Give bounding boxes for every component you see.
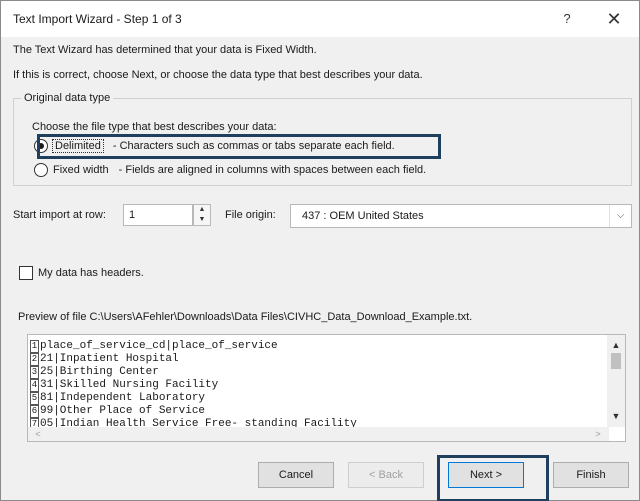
scroll-thumb[interactable]	[611, 353, 621, 369]
preview-label: Preview of file C:\Users\AFehler\Downloa…	[18, 311, 473, 323]
title-bar: Text Import Wizard - Step 1 of 3 ? ✕	[1, 1, 639, 37]
choose-file-type-label: Choose the file type that best describes…	[32, 121, 277, 133]
fixed-width-description: - Fields are aligned in columns with spa…	[118, 164, 427, 176]
preview-line-number: 6	[30, 405, 39, 418]
close-button[interactable]: ✕	[599, 7, 629, 31]
preview-line-number: 3	[30, 366, 39, 379]
preview-line-text: place_of_service_cd|place_of_service	[40, 340, 278, 352]
start-import-row-label: Start import at row:	[13, 209, 106, 221]
group-legend: Original data type	[21, 92, 114, 104]
start-row-spinner[interactable]: ▲ ▼	[193, 204, 211, 226]
start-row-input[interactable]	[123, 204, 193, 226]
file-origin-label: File origin:	[225, 209, 276, 221]
finish-button[interactable]: Finish	[553, 462, 629, 488]
preview-line-number: 5	[30, 392, 39, 405]
horizontal-scrollbar[interactable]: < >	[28, 427, 609, 441]
preview-line-number: 2	[30, 353, 39, 366]
cancel-button[interactable]: Cancel	[258, 462, 334, 488]
preview-line: 2 21|Inpatient Hospital	[30, 353, 357, 366]
preview-line-text: 25|Birthing Center	[40, 366, 159, 378]
preview-line: 4 31|Skilled Nursing Facility	[30, 379, 357, 392]
info-detected-text: The Text Wizard has determined that your…	[13, 44, 317, 56]
text-import-wizard-window: Text Import Wizard - Step 1 of 3 ? ✕ The…	[0, 0, 640, 501]
preview-line-text: 31|Skilled Nursing Facility	[40, 379, 219, 391]
next-highlight-frame	[437, 455, 549, 501]
preview-line-text: 99|Other Place of Service	[40, 405, 206, 417]
scroll-right-icon[interactable]: >	[590, 427, 606, 441]
back-button[interactable]: < Back	[348, 462, 424, 488]
spinner-up-icon[interactable]: ▲	[194, 205, 210, 215]
help-button[interactable]: ?	[555, 8, 579, 30]
preview-line: 6 99|Other Place of Service	[30, 405, 357, 418]
scroll-up-icon[interactable]: ▲	[607, 338, 625, 352]
preview-line-number: 4	[30, 379, 39, 392]
file-origin-value: 437 : OEM United States	[302, 210, 424, 222]
spinner-down-icon[interactable]: ▼	[194, 215, 210, 225]
preview-lines: 1 place_of_service_cd|place_of_service 2 21…	[30, 340, 357, 431]
preview-pane[interactable]: 1 place_of_service_cd|place_of_service 2 21…	[27, 334, 626, 442]
preview-line: 5 81|Independent Laboratory	[30, 392, 357, 405]
window-title: Text Import Wizard - Step 1 of 3	[13, 12, 182, 26]
scroll-down-icon[interactable]: ▼	[607, 409, 625, 423]
headers-checkbox[interactable]	[19, 266, 33, 280]
file-origin-select[interactable]: 437 : OEM United States ⌵	[290, 204, 632, 228]
scroll-left-icon[interactable]: <	[30, 427, 46, 441]
preview-line-text: 81|Independent Laboratory	[40, 392, 206, 404]
chevron-down-icon[interactable]: ⌵	[609, 205, 631, 227]
preview-line-number: 1	[30, 340, 39, 353]
radio-fixed-width[interactable]: Fixed width - Fields are aligned in colu…	[34, 161, 426, 179]
preview-line: 3 25|Birthing Center	[30, 366, 357, 379]
fixed-width-label[interactable]: Fixed width	[53, 164, 109, 176]
info-instruction-text: If this is correct, choose Next, or choo…	[13, 69, 423, 81]
preview-line-text: 21|Inpatient Hospital	[40, 353, 179, 365]
delimited-highlight-frame	[37, 134, 441, 159]
vertical-scrollbar[interactable]: ▲ ▼	[607, 335, 625, 427]
headers-checkbox-label[interactable]: My data has headers.	[38, 267, 144, 279]
preview-line: 1 place_of_service_cd|place_of_service	[30, 340, 357, 353]
radio-button-fixed-width[interactable]	[34, 163, 48, 177]
